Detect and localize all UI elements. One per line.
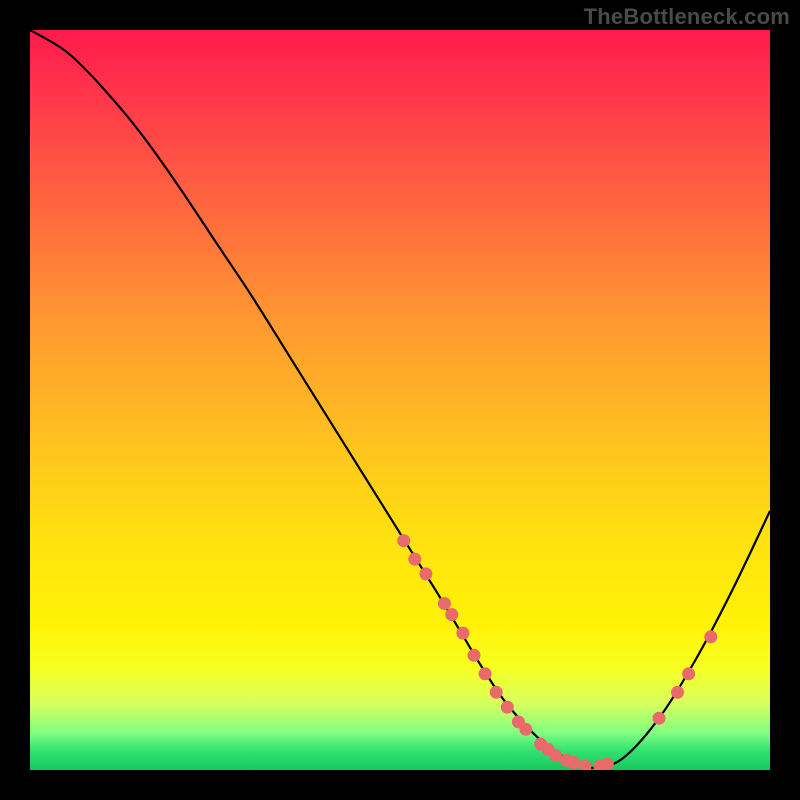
data-point <box>419 567 432 580</box>
data-point <box>682 667 695 680</box>
data-point <box>408 553 421 566</box>
plot-area <box>30 30 770 770</box>
watermark-text: TheBottleneck.com <box>584 4 790 30</box>
scatter-points <box>397 534 717 770</box>
chart-frame: TheBottleneck.com <box>0 0 800 800</box>
data-point <box>704 630 717 643</box>
data-point <box>549 749 562 762</box>
data-point <box>397 534 410 547</box>
data-point <box>501 701 514 714</box>
data-point <box>653 712 666 725</box>
data-point <box>671 686 684 699</box>
data-point <box>456 627 469 640</box>
data-point <box>438 597 451 610</box>
data-point <box>445 608 458 621</box>
data-point <box>567 756 580 769</box>
data-point <box>468 649 481 662</box>
data-point <box>479 667 492 680</box>
data-point <box>579 760 592 770</box>
curve-line <box>30 30 770 768</box>
data-point <box>601 758 614 770</box>
chart-svg <box>30 30 770 770</box>
data-point <box>490 686 503 699</box>
data-point <box>519 723 532 736</box>
